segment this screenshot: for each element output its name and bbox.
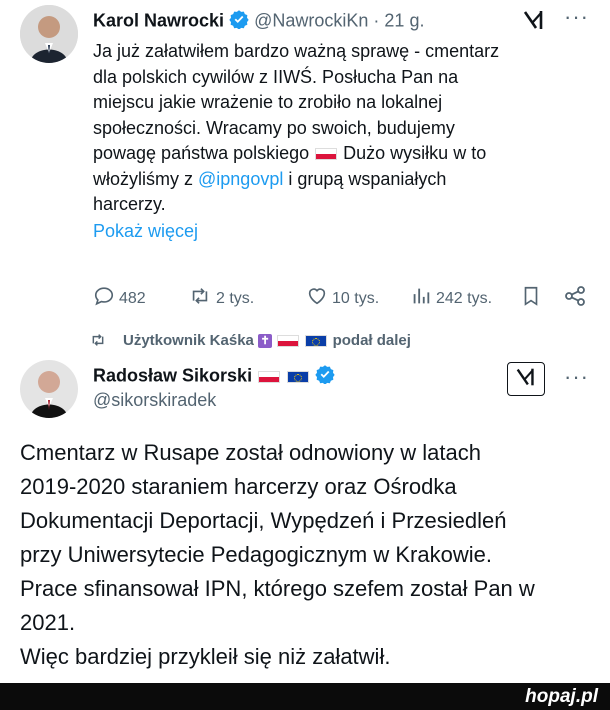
repost-small-icon (89, 332, 107, 352)
reply-button[interactable]: 482 (93, 285, 146, 312)
flag-pl-icon (315, 148, 338, 161)
tweet1-line: dla polskich cywilów z IIWŚ. Posłucha Pa… (93, 66, 459, 87)
avatar-sikorski[interactable] (20, 360, 78, 418)
like-button[interactable]: 10 tys. (306, 285, 379, 312)
tweet2-line: przy Uniwersytecie Pedagogicznym w Krako… (20, 542, 492, 567)
grok-icon[interactable] (521, 7, 547, 38)
tweet2-line: 2021. (20, 610, 76, 635)
show-more-link[interactable]: Pokaż więcej (93, 219, 593, 245)
verified-badge-icon (229, 9, 249, 34)
tweet1-separator: · (373, 10, 380, 31)
flag-pl-icon (277, 335, 300, 348)
verified-badge-icon (315, 364, 335, 389)
tweet1-line: włożyliśmy z @ipngovpl i grupą wspaniały… (93, 167, 593, 193)
views-icon (410, 285, 432, 312)
repost-banner: Użytkownik Kaśka ✝ podał dalej (92, 332, 411, 349)
views-count: 242 tys. (436, 289, 493, 307)
tweet1-handle[interactable]: @NawrockiKn (254, 10, 368, 30)
tweet1-line: społeczności. Wracamy po swoich, budujem… (93, 117, 455, 138)
tweet1-line5-before: powagę państwa polskiego (93, 143, 315, 163)
tweet2-line: Cmentarz w Rusape został odnowiony w lat… (20, 440, 482, 465)
like-icon (306, 285, 328, 312)
tweet2-header: Radosław Sikorski (93, 364, 335, 389)
grok-button[interactable] (507, 362, 545, 396)
tweet2-line: Dokumentacji Deportacji, Wypędzeń i Prze… (20, 508, 507, 533)
repost-count: 2 tys. (216, 289, 255, 307)
watermark-bar: hopaj.pl (0, 683, 610, 710)
repost-icon (188, 285, 212, 312)
tweet2-body: Cmentarz w Rusape został odnowiony w lat… (20, 436, 600, 674)
reply-icon (93, 285, 115, 312)
tweet1-time[interactable]: 21 g. (384, 10, 424, 30)
repost-button[interactable]: 2 tys. (188, 285, 254, 312)
like-count: 10 tys. (332, 289, 380, 307)
more-icon[interactable]: ··· (564, 364, 589, 390)
reply-count: 482 (119, 289, 146, 307)
tweet1-line: harcerzy. (93, 194, 166, 214)
tweet1-line: Ja już załatwiłem bardzo ważną sprawę - … (93, 41, 500, 61)
tweet1-line6-before: włożyliśmy z (93, 168, 199, 189)
tweet2-handle[interactable]: @sikorskiradek (93, 390, 216, 411)
tweet1-body: Ja już załatwiłem bardzo ważną sprawę - … (93, 39, 593, 244)
tweet2-line: Prace sfinansował IPN, którego szefem zo… (20, 576, 535, 601)
tweet1-line: miejscu jakie wrażenie to zrobiło na lok… (93, 92, 443, 112)
views-button[interactable]: 242 tys. (410, 285, 492, 312)
flag-pl-icon (258, 370, 281, 383)
share-icon[interactable] (563, 284, 587, 313)
tweet2-line: 2019-2020 staraniem harcerzy oraz Ośrodk… (20, 474, 457, 499)
more-icon[interactable]: ··· (564, 4, 589, 30)
tweet2-line: Więc bardziej przykleił się niż załatwił… (20, 644, 391, 669)
tweet1-header: Karol Nawrocki @NawrockiKn · 21 g. (93, 9, 424, 34)
tweet2-author-name[interactable]: Radosław Sikorski (93, 365, 252, 385)
cross-icon: ✝ (258, 334, 273, 349)
flag-eu-icon (305, 335, 328, 348)
tweet1-line: powagę państwa polskiego Dużo wysiłku w … (93, 141, 593, 167)
avatar-nawrocki[interactable] (20, 5, 78, 63)
tweet1-author-name[interactable]: Karol Nawrocki (93, 10, 224, 30)
mention-link[interactable]: @ipngovpl (198, 169, 283, 189)
watermark-logo: hopaj.pl (525, 686, 598, 707)
bookmark-icon[interactable] (520, 284, 542, 313)
tweet1-line5-after: Dużo wysiłku w to (338, 143, 487, 163)
flag-eu-icon (287, 370, 310, 383)
repost-suffix: podał dalej (332, 332, 411, 349)
repost-user[interactable]: Użytkownik Kaśka (123, 332, 254, 349)
tweet1-line6-after: i grupą wspaniałych (283, 168, 447, 189)
grok-icon (514, 365, 538, 394)
